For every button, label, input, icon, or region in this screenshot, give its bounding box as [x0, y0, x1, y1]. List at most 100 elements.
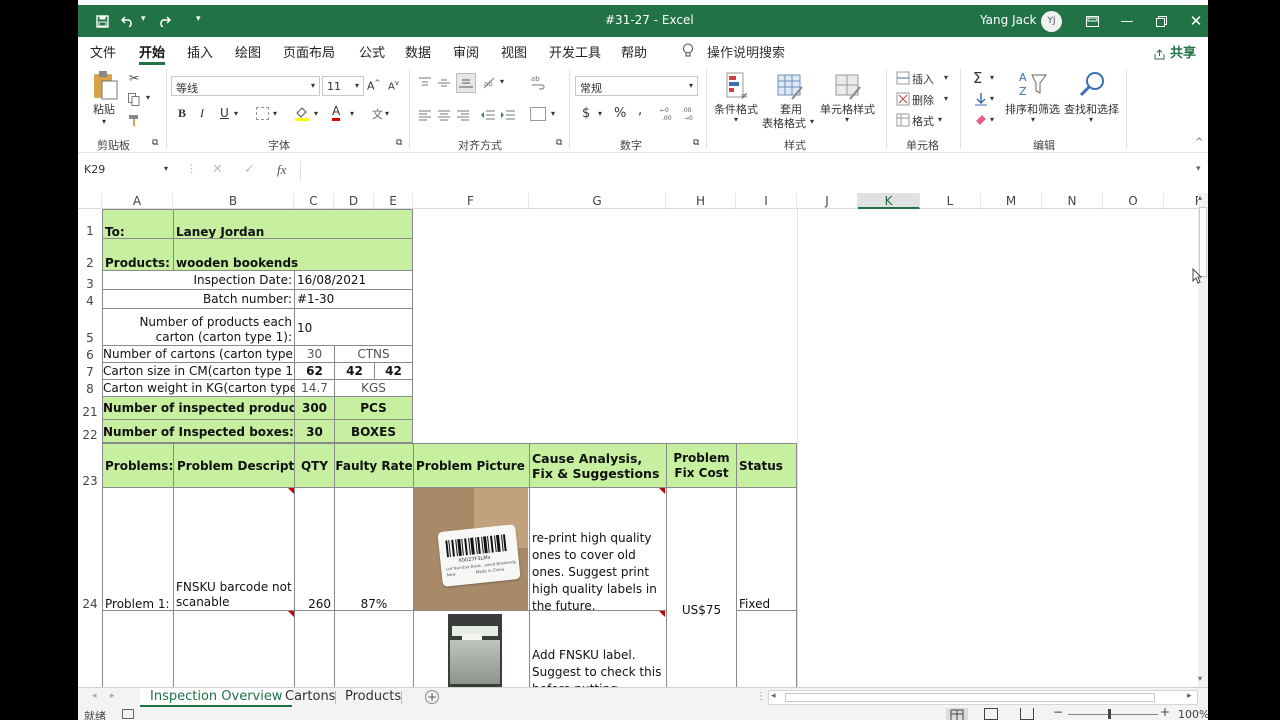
delete-cells-button[interactable]: 删除: [912, 92, 934, 108]
wrap-text-icon[interactable]: ab: [530, 74, 546, 90]
phonetic-dropdown-icon[interactable]: ▾: [385, 109, 389, 118]
normal-view-icon[interactable]: [946, 708, 968, 720]
confirm-entry-icon[interactable]: ✓: [244, 162, 255, 177]
cell-b1[interactable]: Laney Jordan: [173, 209, 413, 239]
italic-button[interactable]: I: [200, 106, 204, 121]
number-format-dropdown-icon[interactable]: ▾: [689, 81, 693, 90]
column-header-c[interactable]: C: [294, 193, 334, 209]
undo-icon[interactable]: [116, 9, 140, 33]
problem-1-photo[interactable]: X0027F3LMx Lot Number Book...wood Booken…: [414, 488, 528, 610]
cell-carton-height[interactable]: 42: [374, 363, 413, 380]
paste-icon[interactable]: [91, 70, 119, 100]
ribbon-display-options-icon[interactable]: [1080, 9, 1104, 33]
row-header-24[interactable]: 24: [78, 597, 102, 611]
format-painter-icon[interactable]: [126, 112, 142, 128]
bottom-align-icon[interactable]: [456, 73, 476, 93]
fill-icon[interactable]: [974, 92, 988, 106]
formula-input[interactable]: [300, 161, 1198, 181]
cell-label-products-per-carton[interactable]: Number of products each carton (carton t…: [102, 309, 294, 346]
cell-boxes-unit[interactable]: BOXES: [334, 420, 413, 443]
sort-filter-icon[interactable]: AZ: [1018, 69, 1048, 99]
font-size-dropdown-icon[interactable]: ▾: [355, 81, 359, 90]
row-header-22[interactable]: 22: [78, 428, 102, 442]
find-select-dropdown-icon[interactable]: ▾: [1089, 115, 1093, 124]
header-problem-fix-cost[interactable]: Problem Fix Cost: [666, 443, 736, 488]
row-header-1[interactable]: 1: [78, 224, 102, 238]
align-right-icon[interactable]: [456, 107, 470, 121]
header-problems[interactable]: Problems:: [102, 443, 173, 488]
insert-function-button[interactable]: fx: [277, 162, 286, 178]
column-header-n[interactable]: N: [1042, 193, 1103, 209]
save-icon[interactable]: [90, 9, 114, 33]
cell-inspection-date[interactable]: 16/08/2021: [294, 271, 413, 290]
cell-label-batch-number[interactable]: Batch number:: [102, 290, 294, 309]
comment-indicator[interactable]: [659, 488, 665, 494]
clipboard-launcher-icon[interactable]: ⧉: [152, 138, 158, 148]
align-center-icon[interactable]: [437, 107, 451, 121]
orientation-dropdown-icon[interactable]: ▾: [500, 77, 504, 86]
expand-formula-bar-icon[interactable]: ▾: [1196, 164, 1201, 174]
redo-icon[interactable]: [152, 9, 176, 33]
font-name-dropdown-icon[interactable]: ▾: [311, 81, 315, 90]
cell-problem-1-fix-cost[interactable]: US$75: [666, 488, 736, 687]
cell-label-carton-size[interactable]: Carton size in CM(carton type 1):: [102, 363, 294, 380]
header-cause-analysis[interactable]: Cause Analysis, Fix & Suggestions: [529, 443, 666, 488]
cell-problem-1-name[interactable]: Problem 1:: [102, 488, 173, 611]
cell-problem-1-qty[interactable]: 260: [294, 488, 334, 611]
column-header-j[interactable]: J: [797, 193, 858, 209]
autosum-dropdown-icon[interactable]: ▾: [990, 73, 994, 82]
row-header-5[interactable]: 5: [78, 331, 102, 345]
delete-cells-icon[interactable]: [896, 92, 910, 106]
conditional-format-dropdown-icon[interactable]: ▾: [734, 115, 738, 124]
cell-problem-2-cause[interactable]: Add FNSKU label. Suggest to check this b…: [529, 611, 666, 687]
cell-problem-1-cause[interactable]: re-print high quality ones to cover old …: [529, 488, 666, 611]
cell-carton-width[interactable]: 42: [334, 363, 374, 380]
delete-cells-dropdown-icon[interactable]: ▾: [944, 94, 948, 103]
cell-problem-1-rate[interactable]: 87%: [334, 488, 413, 611]
column-header-g[interactable]: G: [529, 193, 666, 209]
cell-problem-2-status[interactable]: [736, 611, 797, 687]
decrease-font-icon[interactable]: Av: [388, 79, 399, 92]
number-format-box[interactable]: 常规 ▾: [575, 76, 698, 96]
add-sheet-icon[interactable]: +: [425, 690, 439, 704]
row-header-8[interactable]: 8: [78, 382, 102, 396]
top-align-icon[interactable]: [418, 75, 432, 89]
scroll-up-icon[interactable]: ▴: [1198, 193, 1202, 202]
tell-me-search[interactable]: 操作说明搜索: [707, 42, 785, 61]
cell-inspected-boxes[interactable]: 30: [294, 420, 334, 443]
underline-dropdown-icon[interactable]: ▾: [234, 109, 238, 118]
alignment-launcher-icon[interactable]: ⧉: [556, 138, 562, 148]
format-cells-icon[interactable]: [896, 113, 910, 127]
currency-button[interactable]: $: [582, 106, 590, 121]
autosum-icon[interactable]: Σ: [973, 69, 982, 87]
zoom-level[interactable]: 100%: [1178, 708, 1208, 720]
header-qty[interactable]: QTY: [294, 443, 334, 488]
orientation-icon[interactable]: ab: [482, 75, 498, 89]
column-header-l[interactable]: L: [920, 193, 981, 209]
fill-color-icon[interactable]: [294, 105, 310, 121]
tab-page-layout[interactable]: 页面布局: [283, 42, 335, 61]
tab-home[interactable]: 开始: [139, 42, 165, 61]
tab-data[interactable]: 数据: [405, 42, 431, 61]
user-avatar[interactable]: YJ: [1041, 11, 1062, 32]
cell-a1[interactable]: To:: [102, 209, 173, 239]
copy-dropdown-icon[interactable]: ▾: [146, 93, 150, 102]
cell-products-per-carton[interactable]: 10: [294, 309, 413, 346]
column-header-d[interactable]: D: [334, 193, 374, 209]
column-header-o[interactable]: O: [1103, 193, 1164, 209]
cell-problem-2-qty[interactable]: [294, 611, 334, 687]
cut-icon[interactable]: ✂: [126, 70, 142, 86]
tab-insert[interactable]: 插入: [187, 42, 213, 61]
currency-dropdown-icon[interactable]: ▾: [598, 109, 602, 118]
font-color-button[interactable]: A: [332, 105, 341, 121]
format-as-table-icon[interactable]: [776, 71, 804, 101]
decrease-indent-icon[interactable]: [480, 107, 496, 121]
scroll-right-icon[interactable]: ▸: [1187, 691, 1192, 701]
bold-button[interactable]: B: [178, 106, 186, 121]
insert-cells-dropdown-icon[interactable]: ▾: [944, 73, 948, 82]
name-box[interactable]: K29 ▾: [84, 163, 172, 181]
zoom-out-icon[interactable]: −: [1053, 705, 1063, 719]
format-as-table-dropdown-icon[interactable]: ▾: [810, 117, 814, 126]
cell-styles-dropdown-icon[interactable]: ▾: [845, 115, 849, 124]
user-name[interactable]: Yang Jack: [980, 13, 1037, 27]
